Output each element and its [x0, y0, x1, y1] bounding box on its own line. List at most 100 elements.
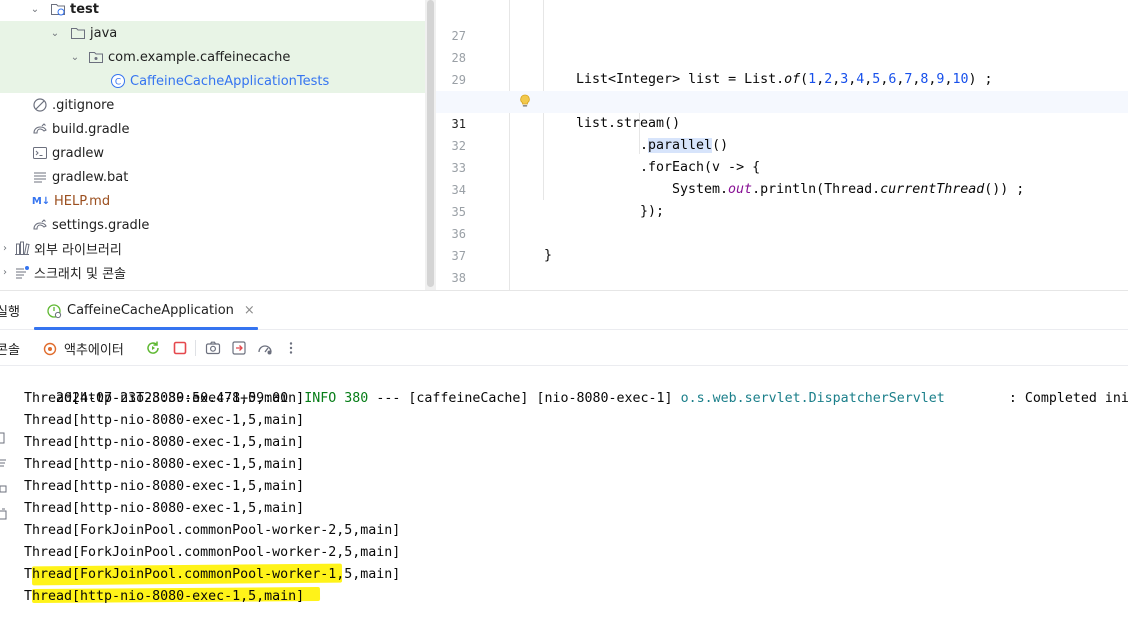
gauge-icon [258, 345, 272, 355]
code-line[interactable]: 28 List<Integer> list = List.of(1,2,3,4,… [436, 25, 1128, 87]
test-folder-icon [50, 1, 66, 17]
project-tree: ⌄ test ⌄ java ⌄ com.example.caffeinecach… [0, 0, 425, 290]
soft-wrap-icon[interactable] [0, 458, 8, 468]
tree-item-gitignore[interactable]: .gitignore [0, 93, 425, 117]
more-options-button[interactable] [282, 339, 300, 357]
console-output[interactable]: 2024-07-23T23:39:50.478+09:00 INFO 380 -… [12, 366, 1128, 619]
code-line[interactable]: 32 .forEach(v -> { [436, 113, 1128, 175]
log-separator: --- [376, 391, 401, 406]
clear-all-icon[interactable] [0, 508, 8, 520]
tree-item-gradlew-bat[interactable]: gradlew.bat [0, 165, 425, 189]
code-line[interactable]: 37 [436, 223, 1128, 263]
class-icon: C [110, 73, 126, 89]
scroll-to-end-icon[interactable] [0, 432, 8, 444]
scratches-icon [14, 264, 30, 280]
tree-item-package[interactable]: ⌄ com.example.caffeinecache [0, 45, 425, 69]
gradle-icon [32, 217, 48, 233]
tab-caffeine-cache-application[interactable]: CaffeineCacheApplication × [46, 291, 255, 330]
tree-scrollbar[interactable] [425, 0, 436, 290]
tree-item-settings-gradle[interactable]: settings.gradle [0, 213, 425, 237]
markdown-icon: M↓ [31, 195, 51, 207]
tree-item-label: java [90, 25, 118, 41]
tree-item-build-gradle[interactable]: build.gradle [0, 117, 425, 141]
folder-icon [70, 25, 86, 41]
gradle-icon [32, 121, 48, 137]
log-thread: [nio-8080-exec-1] [536, 391, 673, 406]
libraries-icon [14, 240, 30, 256]
log-message: : Completed initial [1008, 391, 1128, 406]
stop-button[interactable] [171, 339, 189, 357]
chevron-right-icon[interactable]: › [0, 267, 10, 278]
code-line[interactable]: 27 [436, 3, 1128, 43]
tree-item-label: gradlew.bat [52, 169, 129, 185]
exit-icon [232, 341, 246, 355]
terminal-file-icon [32, 145, 48, 161]
package-icon [88, 49, 104, 65]
actuator-icon [43, 342, 57, 355]
chevron-down-icon[interactable]: ⌄ [50, 28, 60, 39]
console-line: 2024-07-23T23:39:50.478+09:00 INFO 380 -… [24, 366, 1128, 406]
log-logger[interactable]: o.s.web.servlet.DispatcherServlet [681, 391, 945, 406]
camera-icon [205, 341, 221, 355]
svg-text:C: C [115, 78, 121, 88]
rerun-icon [147, 341, 159, 354]
rerun-button[interactable] [144, 339, 162, 357]
console-line: Thread[ForkJoinPool.commonPool-worker-2,… [24, 545, 401, 560]
tree-item-gradlew[interactable]: gradlew [0, 141, 425, 165]
stop-icon [173, 341, 187, 355]
chevron-down-icon[interactable]: ⌄ [30, 4, 40, 15]
code-line[interactable]: 30 list.stream() [436, 69, 1128, 131]
tree-item-java[interactable]: ⌄ java [0, 21, 425, 45]
close-icon[interactable]: × [244, 303, 255, 318]
run-toolbar: 콘솔 액추에이터 [0, 330, 1128, 366]
screenshot-button[interactable] [204, 339, 222, 357]
code-line[interactable]: 38 } [436, 245, 1128, 285]
run-window-title: 실행 [0, 291, 20, 330]
code-line[interactable]: 29 [436, 47, 1128, 87]
console-line: Thread[http-nio-8080-exec-1,5,main] [24, 501, 305, 516]
log-app: [caffeineCache] [408, 391, 529, 406]
chevron-down-icon[interactable]: ⌄ [70, 52, 80, 63]
tree-item-test[interactable]: ⌄ test [0, 0, 425, 21]
code-editor[interactable]: 27 28 List<Integer> list = List.of(1,2,3… [436, 0, 1128, 290]
lightbulb-icon[interactable] [519, 94, 531, 108]
tree-item-label: gradlew [52, 145, 105, 161]
tree-item-test-class[interactable]: C CaffeineCacheApplicationTests [0, 69, 425, 93]
code-line[interactable]: 35 [436, 179, 1128, 219]
console-line: Thread[http-nio-8080-exec-1,5,main] [24, 589, 305, 604]
run-tool-window-header: 실행 CaffeineCacheApplication × [0, 290, 1128, 330]
chevron-right-icon[interactable]: › [0, 243, 10, 254]
console-line: Thread[ForkJoinPool.commonPool-worker-1,… [24, 567, 401, 582]
console-tab-label: 콘솔 [0, 343, 20, 358]
tree-item-external-libraries[interactable]: › 외부 라이브러리 [0, 236, 425, 260]
log-pid: 380 [344, 391, 369, 406]
tree-scrollbar-thumb[interactable] [427, 0, 434, 287]
more-icon [289, 342, 293, 354]
code-line[interactable]: 33 System.out.println(Thread.currentThre… [436, 135, 1128, 197]
code-line[interactable]: 34 }); [436, 157, 1128, 219]
tree-item-scratches[interactable]: › 스크래치 및 콘솔 [0, 260, 425, 284]
tree-item-help-md[interactable]: M↓ HELP.md [0, 189, 425, 213]
console-line: Thread[http-nio-8080-exec-1,5,main] [24, 457, 305, 472]
tree-item-label: 외부 라이브러리 [34, 242, 122, 258]
print-icon[interactable] [0, 484, 8, 494]
exit-button[interactable] [230, 339, 248, 357]
text-file-icon [32, 169, 48, 185]
tree-item-label: com.example.caffeinecache [108, 49, 291, 65]
code-line[interactable]: 36 } [436, 201, 1128, 263]
console-line: Thread[http-nio-8080-exec-1,5,main] [24, 391, 305, 406]
tree-item-label: 스크래치 및 콘솔 [34, 266, 126, 282]
code-line-current[interactable]: 31 .parallel() [436, 91, 1128, 153]
spring-boot-icon [47, 303, 62, 318]
profiler-button[interactable] [256, 339, 274, 357]
tree-item-label: settings.gradle [52, 217, 150, 233]
console-tab[interactable]: 콘솔 [0, 339, 20, 358]
console-line: Thread[http-nio-8080-exec-1,5,main] [24, 413, 305, 428]
ignore-file-icon [32, 97, 48, 113]
toolbar-separator [195, 340, 196, 356]
log-level: INFO [304, 391, 337, 406]
console-side-toolbar [0, 366, 12, 619]
actuator-tab[interactable]: 액추에이터 [42, 339, 124, 358]
code-line[interactable]: 39 [436, 267, 1128, 289]
tree-item-label: test [70, 1, 99, 17]
